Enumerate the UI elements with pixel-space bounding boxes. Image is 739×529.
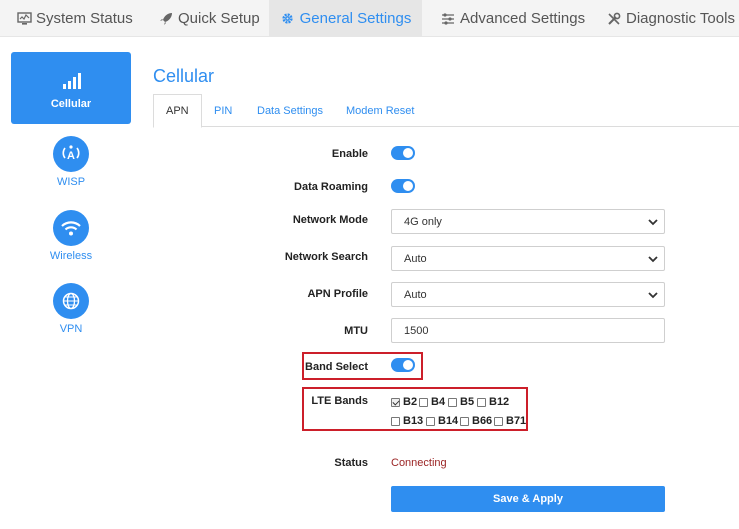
network-mode-value: 4G only <box>404 215 442 228</box>
subtab-bar: APN PIN Data Settings Modem Reset <box>153 94 739 128</box>
network-mode-label: Network Mode <box>292 214 368 226</box>
band-checkbox-b14[interactable]: B14 <box>426 415 458 427</box>
band-label: B2 <box>403 396 418 408</box>
tab-label: General Settings <box>299 10 412 27</box>
band-label: B66 <box>472 415 493 427</box>
data-roaming-toggle[interactable] <box>391 179 415 193</box>
tab-system-status[interactable]: System Status <box>16 0 133 37</box>
apn-profile-value: Auto <box>404 288 427 301</box>
network-search-label: Network Search <box>284 251 368 263</box>
rocket-icon <box>158 11 174 27</box>
sidenav-label: Cellular <box>50 98 92 110</box>
wifi-icon <box>53 210 89 246</box>
enable-toggle[interactable] <box>391 146 415 160</box>
tab-diagnostic-tools[interactable]: Diagnostic Tools <box>606 0 735 37</box>
apn-profile-select[interactable]: Auto <box>391 282 665 307</box>
checkbox[interactable] <box>391 416 400 426</box>
checkbox[interactable] <box>460 416 469 426</box>
band-checkbox-b71[interactable]: B71 <box>494 415 526 427</box>
band-checkbox-b12[interactable]: B12 <box>477 396 509 408</box>
band-checkbox-b13[interactable]: B13 <box>391 415 423 427</box>
chevron-down-icon <box>648 219 658 226</box>
subtab-pin[interactable]: PIN <box>214 94 232 127</box>
checkbox[interactable] <box>494 416 503 426</box>
band-label: B4 <box>431 396 446 408</box>
network-search-select[interactable]: Auto <box>391 246 665 271</box>
sidenav-item-cellular[interactable]: Cellular <box>11 52 131 124</box>
sidenav-item-wireless[interactable]: Wireless <box>11 210 131 262</box>
checkbox[interactable] <box>419 397 428 407</box>
sidenav-label: Wireless <box>49 250 93 262</box>
page-title: Cellular <box>153 66 215 86</box>
chevron-down-icon <box>648 292 658 299</box>
top-nav: System Status Quick Setup General Settin… <box>0 0 739 37</box>
sliders-icon <box>440 11 456 27</box>
lte-bands-label: LTE Bands <box>311 395 368 407</box>
toggle-knob <box>403 360 413 370</box>
band-label: B12 <box>489 396 510 408</box>
tools-icon <box>606 11 622 27</box>
subtab-apn[interactable]: APN <box>153 94 202 128</box>
tab-label: System Status <box>36 10 133 27</box>
signal-bars-icon <box>61 72 81 90</box>
tab-general-settings[interactable]: General Settings <box>269 0 422 37</box>
sidenav-item-wisp[interactable]: A WISP <box>11 136 131 188</box>
svg-text:A: A <box>67 150 75 162</box>
network-mode-select[interactable]: 4G only <box>391 209 665 234</box>
status-value: Connecting <box>391 457 447 469</box>
network-search-value: Auto <box>404 252 427 265</box>
checkbox[interactable] <box>477 397 486 407</box>
band-select-toggle[interactable] <box>391 358 415 372</box>
subtab-modem-reset[interactable]: Modem Reset <box>346 94 414 127</box>
toggle-knob <box>403 148 413 158</box>
tab-quick-setup[interactable]: Quick Setup <box>158 0 260 37</box>
tab-label: Quick Setup <box>178 10 260 27</box>
tab-label: Diagnostic Tools <box>626 10 735 27</box>
checkbox[interactable] <box>426 416 435 426</box>
antenna-icon: A <box>53 136 89 172</box>
chevron-down-icon <box>648 256 658 263</box>
band-select-label: Band Select <box>305 361 368 373</box>
monitor-icon <box>16 11 32 27</box>
checkbox[interactable] <box>448 397 457 407</box>
mtu-input[interactable] <box>391 318 665 343</box>
band-label: B14 <box>438 415 459 427</box>
tab-label: Advanced Settings <box>460 10 586 27</box>
apn-profile-label: APN Profile <box>307 288 368 300</box>
mtu-label: MTU <box>344 325 368 337</box>
enable-label: Enable <box>331 148 368 160</box>
save-apply-button[interactable]: Save & Apply <box>391 486 665 512</box>
band-checkbox-b5[interactable]: B5 <box>448 396 474 408</box>
gear-icon <box>280 11 296 27</box>
band-label: B71 <box>506 415 527 427</box>
checkbox[interactable] <box>391 397 400 407</box>
toggle-knob <box>403 181 413 191</box>
sidenav-label: VPN <box>59 323 83 335</box>
data-roaming-label: Data Roaming <box>294 181 368 193</box>
band-checkbox-b66[interactable]: B66 <box>460 415 492 427</box>
subtab-data-settings[interactable]: Data Settings <box>257 94 323 127</box>
tab-advanced-settings[interactable]: Advanced Settings <box>440 0 585 37</box>
globe-icon <box>53 283 89 319</box>
sidenav-label: WISP <box>56 176 86 188</box>
band-label: B5 <box>460 396 475 408</box>
band-checkbox-b2[interactable]: B2 <box>391 396 417 408</box>
sidenav-item-vpn[interactable]: VPN <box>11 283 131 335</box>
status-label: Status <box>334 457 368 469</box>
band-label: B13 <box>403 415 424 427</box>
band-checkbox-b4[interactable]: B4 <box>419 396 445 408</box>
